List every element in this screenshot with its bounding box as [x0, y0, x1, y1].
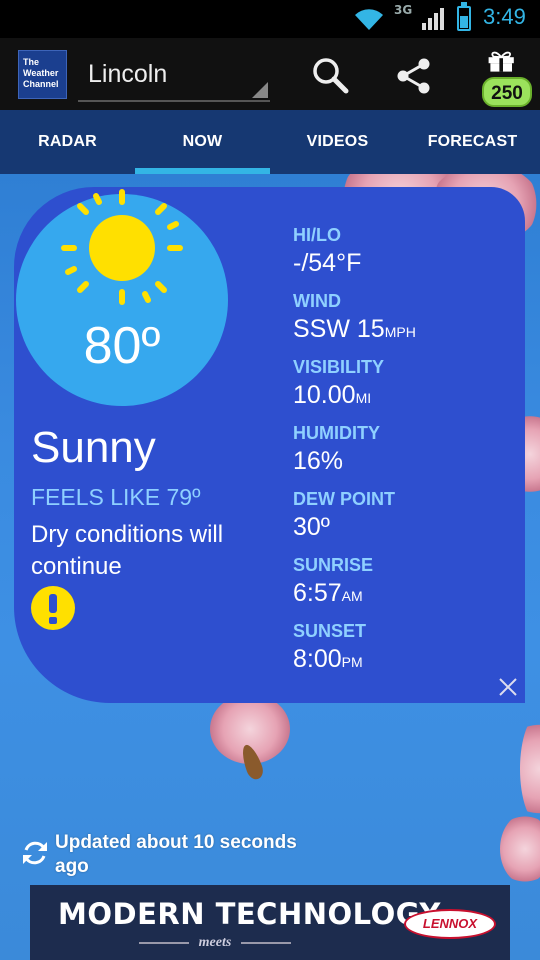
stat-value: SSW 15MPH: [293, 314, 416, 347]
ad-brand-logo: LENNOX: [404, 909, 496, 939]
last-updated-text: Updated about 10 seconds ago: [55, 832, 297, 877]
stat-hi-lo: HI/LO -/54°F: [293, 224, 361, 281]
stat-sunset: SUNSET 8:00PM: [293, 620, 366, 677]
feels-like-text: FEELS LIKE 79º: [31, 484, 201, 510]
stat-unit: MPH: [384, 324, 416, 340]
alert-icon[interactable]: [31, 586, 75, 630]
stat-label: HI/LO: [293, 225, 341, 245]
ad-subline: meets: [30, 935, 400, 951]
stat-label: WIND: [293, 291, 341, 311]
condition-description: Dry conditions will continue: [31, 521, 224, 580]
stat-number: 16%: [293, 447, 344, 475]
stat-label: SUNRISE: [293, 555, 374, 575]
stat-visibility: VISIBILITY 10.00MI: [293, 356, 384, 413]
logo-line: Channel: [23, 79, 59, 89]
stat-value: 10.00MI: [293, 380, 384, 413]
stat-label: SUNSET: [293, 621, 367, 641]
tab-now[interactable]: NOW: [135, 110, 270, 174]
tab-bar: RADAR NOW VIDEOS FORECAST: [0, 110, 540, 174]
sun-icon: [61, 189, 183, 305]
stat-dew-point: DEW POINT 30º: [293, 488, 395, 545]
dropdown-triangle-icon: [252, 82, 268, 98]
app-bar: The Weather Channel Lincoln 250: [0, 38, 540, 110]
stat-label: HUMIDITY: [293, 423, 380, 443]
stat-number: 6:57: [293, 579, 342, 607]
ad-banner[interactable]: MODERN TECHNOLOGY meets LENNOX: [30, 885, 510, 960]
stat-value: -/54°F: [293, 248, 361, 281]
stat-number: 30º: [293, 513, 330, 541]
network-type: 3G: [394, 3, 413, 17]
wifi-icon: [355, 9, 383, 31]
stat-value: 30º: [293, 512, 395, 545]
stat-number: 10.00: [293, 381, 356, 409]
stat-humidity: HUMIDITY 16%: [293, 422, 380, 479]
signal-icon: [422, 8, 444, 30]
share-icon[interactable]: [394, 56, 434, 96]
logo-line: The: [23, 57, 40, 67]
close-icon[interactable]: [497, 676, 519, 698]
battery-icon: [457, 2, 471, 31]
blossom-image: [520, 714, 540, 824]
stat-value: 16%: [293, 446, 380, 479]
tab-forecast[interactable]: FORECAST: [405, 110, 540, 174]
weather-channel-logo[interactable]: The Weather Channel: [18, 50, 67, 99]
condition-text: Sunny: [31, 423, 156, 472]
stat-number: -/54°F: [293, 249, 362, 277]
stat-sunrise: SUNRISE 6:57AM: [293, 554, 373, 611]
logo-line: Weather: [23, 68, 59, 78]
stat-number: 8:00: [293, 645, 342, 673]
stat-value: 6:57AM: [293, 578, 373, 611]
blossom-image: [500, 814, 540, 884]
tab-radar[interactable]: RADAR: [0, 110, 135, 174]
ad-headline: MODERN TECHNOLOGY: [58, 897, 441, 931]
stat-number: SSW 15: [293, 315, 385, 343]
stat-label: VISIBILITY: [293, 357, 385, 377]
stat-unit: AM: [341, 588, 363, 604]
stat-unit: MI: [355, 390, 372, 406]
stat-wind: WIND SSW 15MPH: [293, 290, 416, 347]
location-selector[interactable]: Lincoln: [78, 54, 270, 102]
location-name: Lincoln: [88, 60, 168, 88]
stat-value: 8:00PM: [293, 644, 366, 677]
reward-count-badge: 250: [482, 77, 532, 107]
clock: 3:49: [483, 4, 526, 29]
tab-videos[interactable]: VIDEOS: [270, 110, 405, 174]
rewards-button[interactable]: 250: [476, 50, 536, 110]
stat-label: DEW POINT: [293, 489, 395, 509]
status-bar: 3G 3:49: [0, 0, 540, 38]
stat-unit: PM: [341, 654, 363, 670]
refresh-icon[interactable]: [20, 838, 50, 868]
current-temperature: 80º: [83, 317, 161, 375]
search-icon[interactable]: [310, 56, 350, 96]
